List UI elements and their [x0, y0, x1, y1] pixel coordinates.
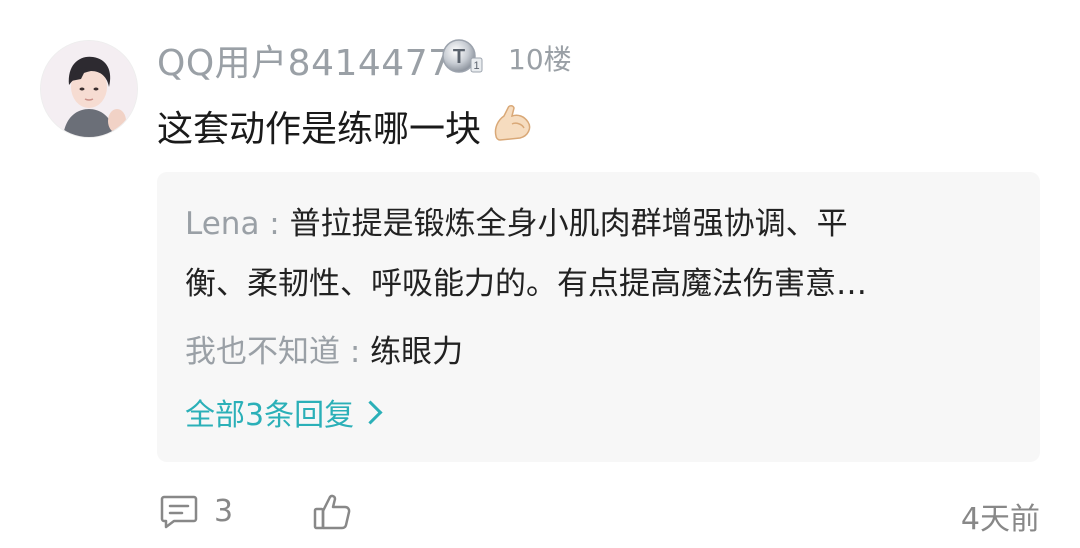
comment-text: 这套动作是练哪一块 — [157, 109, 482, 150]
reply-box[interactable]: Lena : 普拉提是锻炼全身小肌肉群增强协调、平 衡、柔韧性、呼吸能力的。有点… — [157, 172, 1040, 462]
view-all-replies-label: 全部3条回复 — [185, 398, 355, 433]
floor-number: 10楼 — [508, 43, 572, 76]
username[interactable]: QQ用户8414477 — [157, 34, 452, 86]
comment-icon[interactable] — [160, 494, 198, 530]
reply-author[interactable]: Lena — [185, 206, 259, 242]
reply-separator: : — [340, 334, 371, 370]
reply-text: 普拉提是锻炼全身小肌肉群增强协调、平 — [289, 206, 848, 242]
reply-separator: : — [259, 206, 290, 242]
level-badge-number: 1 — [473, 60, 479, 72]
reply-line-1: Lena : 普拉提是锻炼全身小肌肉群增强协调、平 — [185, 194, 1015, 254]
reply-line-1: 我也不知道 : 练眼力 — [185, 322, 1015, 382]
reply-author[interactable]: 我也不知道 — [185, 334, 340, 370]
reply-text: 练眼力 — [370, 334, 464, 370]
view-all-replies-link[interactable]: 全部3条回复 — [185, 390, 383, 434]
reply-item[interactable]: Lena : 普拉提是锻炼全身小肌肉群增强协调、平 衡、柔韧性、呼吸能力的。有点… — [185, 194, 1015, 314]
avatar-image — [41, 41, 137, 137]
comment-card: QQ用户8414477 T 1 10楼 这套动作是练哪一块 Lena : 普拉提… — [0, 0, 1080, 548]
chevron-right-icon — [358, 400, 383, 425]
reply-text-line-2: 衡、柔韧性、呼吸能力的。有点提高魔法伤害意… — [185, 266, 867, 302]
avatar[interactable] — [40, 40, 138, 138]
level-badge-letter: T — [453, 46, 465, 68]
comment-count: 3 — [214, 494, 234, 529]
timestamp: 4天前 — [960, 502, 1040, 537]
level-badge-icon: T 1 — [440, 36, 484, 76]
flexed-biceps-icon — [490, 100, 534, 144]
thumbs-up-icon[interactable] — [312, 492, 352, 532]
reply-item[interactable]: 我也不知道 : 练眼力 — [185, 322, 1015, 382]
